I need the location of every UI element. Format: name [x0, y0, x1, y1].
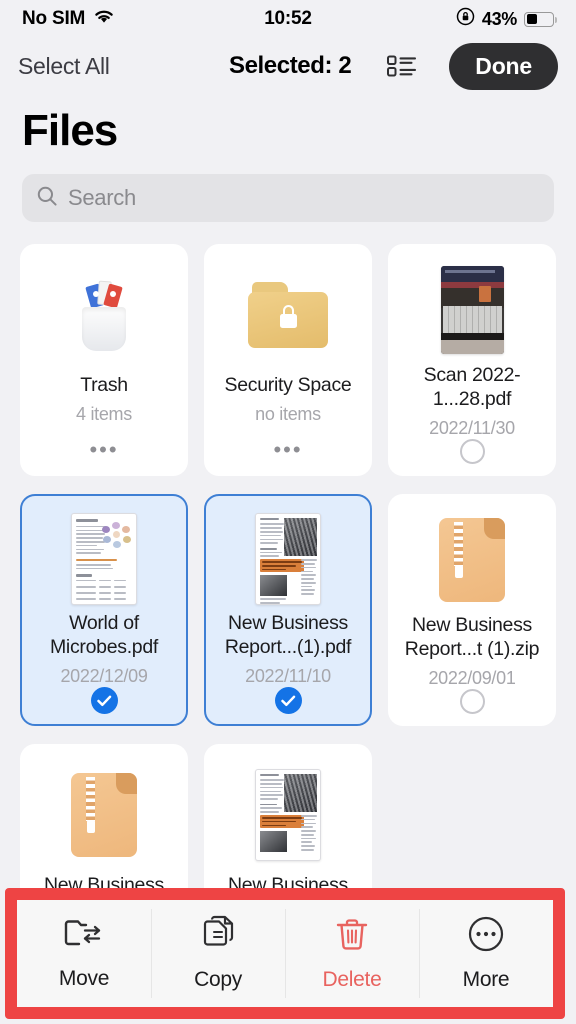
action-toolbar: Move Copy	[17, 900, 553, 1007]
file-name: Trash	[78, 374, 130, 398]
microbe-diagram	[102, 522, 132, 550]
trash-bin-icon	[72, 279, 136, 351]
thumbnail	[71, 512, 137, 606]
selection-checkbox[interactable]	[460, 439, 485, 464]
search-icon	[36, 185, 58, 212]
more-label: More	[463, 968, 510, 992]
selection-checkbox-checked[interactable]	[275, 687, 302, 714]
search-bar[interactable]: Search	[22, 174, 554, 222]
locked-folder-icon	[248, 282, 328, 348]
files-app-screen: No SIM 10:52 43%	[0, 0, 576, 1024]
file-card-new-business-report-zip[interactable]: New Business Report...t (1).zip 2022/09/…	[388, 494, 556, 726]
battery-percent-label: 43%	[482, 9, 517, 30]
delete-button[interactable]: Delete	[285, 900, 419, 1007]
file-name: Scan 2022-1...28.pdf	[396, 364, 548, 412]
battery-icon	[524, 12, 554, 27]
card-footer	[460, 439, 485, 464]
file-name: New Business Report...t (1).zip	[396, 614, 548, 662]
card-footer: •••	[273, 436, 302, 464]
delete-label: Delete	[323, 968, 382, 992]
done-button[interactable]: Done	[449, 43, 558, 90]
file-card-scan-pdf[interactable]: Scan 2022-1...28.pdf 2022/11/30	[388, 244, 556, 476]
annotation-highlight-box: Move Copy	[5, 888, 565, 1019]
file-subtitle: 2022/09/01	[428, 668, 515, 689]
file-subtitle: no items	[255, 404, 321, 425]
move-label: Move	[59, 967, 109, 991]
rotation-lock-icon	[456, 7, 475, 31]
copy-button[interactable]: Copy	[151, 900, 285, 1007]
file-grid: Trash 4 items ••• Security Space no item…	[0, 222, 576, 976]
search-input[interactable]: Search	[68, 185, 136, 211]
photo-thumbnail	[441, 266, 504, 354]
more-options-button[interactable]: •••	[273, 439, 302, 461]
selection-count-title: Selected: 2	[229, 52, 351, 80]
file-card-world-of-microbes[interactable]: World of Microbes.pdf 2022/12/09	[20, 494, 188, 726]
move-button[interactable]: Move	[17, 900, 151, 1007]
thumbnail	[72, 262, 136, 368]
copy-documents-icon	[199, 915, 237, 958]
search-section: Search	[0, 160, 576, 222]
file-subtitle: 4 items	[76, 404, 132, 425]
file-subtitle: 2022/11/30	[429, 418, 515, 439]
thumbnail	[255, 512, 321, 606]
page-title: Files	[0, 94, 576, 160]
file-subtitle: 2022/11/10	[245, 666, 331, 687]
file-name: Security Space	[223, 374, 354, 398]
selection-checkbox-checked[interactable]	[91, 687, 118, 714]
file-card-new-business-report-pdf[interactable]: New Business Report...(1).pdf 2022/11/10	[204, 494, 372, 726]
more-button[interactable]: More	[419, 900, 553, 1007]
thumbnail	[248, 262, 328, 368]
newspaper-thumbnail	[255, 769, 321, 861]
file-card-security-space[interactable]: Security Space no items •••	[204, 244, 372, 476]
file-name: New Business Report...(1).pdf	[212, 612, 364, 660]
card-footer	[460, 689, 485, 714]
status-bar: No SIM 10:52 43%	[0, 0, 576, 38]
thumbnail	[255, 762, 321, 868]
thumbnail	[439, 512, 505, 608]
list-view-icon[interactable]	[387, 53, 417, 79]
move-folder-icon	[63, 916, 105, 957]
selection-checkbox[interactable]	[460, 689, 485, 714]
document-thumbnail	[71, 513, 137, 605]
status-bar-right: 43%	[456, 7, 554, 31]
card-footer	[275, 687, 302, 714]
thumbnail	[71, 762, 137, 868]
navigation-bar: Select All Selected: 2 Done	[0, 38, 576, 94]
file-card-trash[interactable]: Trash 4 items •••	[20, 244, 188, 476]
file-subtitle: 2022/12/09	[60, 666, 147, 687]
card-footer: •••	[89, 436, 118, 464]
card-footer	[91, 687, 118, 714]
select-all-button[interactable]: Select All	[18, 53, 110, 80]
trash-icon	[334, 915, 370, 958]
newspaper-thumbnail	[255, 513, 321, 605]
thumbnail	[441, 262, 504, 358]
copy-label: Copy	[194, 968, 242, 992]
more-options-button[interactable]: •••	[89, 439, 118, 461]
zip-file-icon	[439, 518, 505, 602]
ellipsis-circle-icon	[467, 915, 505, 958]
zip-file-icon	[71, 773, 137, 857]
file-name: World of Microbes.pdf	[28, 612, 180, 660]
